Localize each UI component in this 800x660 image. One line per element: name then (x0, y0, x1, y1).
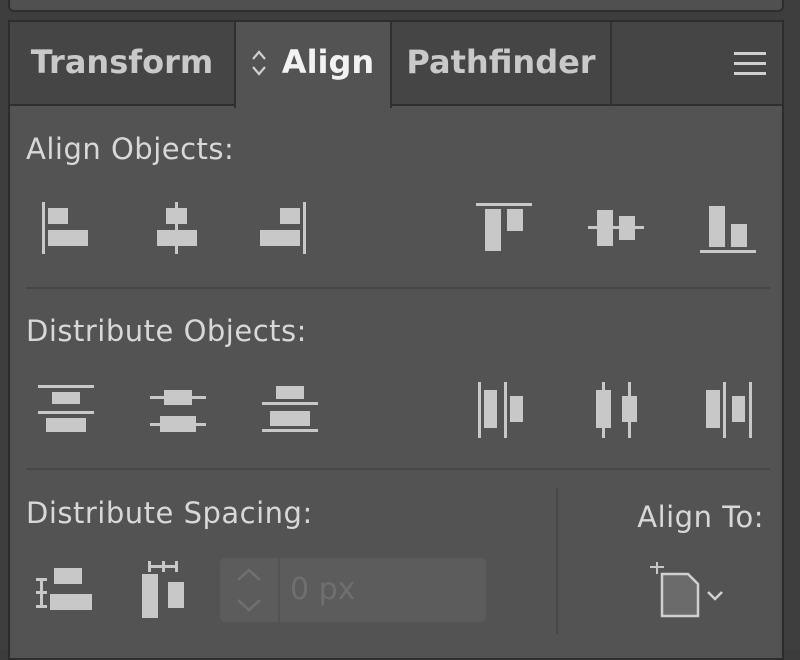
previous-panel-edge (8, 0, 784, 12)
align-to-artboard-icon[interactable] (648, 562, 732, 622)
section-divider (26, 287, 770, 289)
tab-transform[interactable]: Transform (10, 22, 236, 106)
tab-label: Align (281, 43, 375, 81)
distribute-horizontal-center-icon[interactable] (584, 378, 648, 442)
distribute-vertical-center-icon[interactable] (146, 378, 210, 442)
distribute-bottom-icon[interactable] (258, 378, 322, 442)
tab-pathfinder[interactable]: Pathfinder (392, 22, 612, 106)
distribute-left-icon[interactable] (472, 378, 536, 442)
panel-menu-icon[interactable] (734, 52, 766, 76)
stepper-arrows-icon[interactable] (220, 558, 278, 622)
align-top-icon[interactable] (472, 196, 536, 260)
spacing-value: 0 px (290, 572, 356, 607)
tab-align[interactable]: Align (234, 22, 392, 108)
align-to-label: Align To: (637, 500, 764, 534)
collapse-arrows-icon[interactable] (250, 48, 268, 78)
panel-tab-bar: Transform Align Pathfinder (10, 22, 782, 108)
align-panel: Transform Align Pathfinder Align Objects… (8, 20, 784, 660)
window-frame: Transform Align Pathfinder Align Objects… (0, 0, 800, 660)
distribute-objects-label: Distribute Objects: (26, 314, 307, 348)
align-horizontal-center-icon[interactable] (144, 196, 208, 260)
vertical-divider (556, 488, 558, 634)
distribute-vertical-spacing-icon[interactable] (34, 560, 98, 624)
distribute-top-icon[interactable] (34, 378, 98, 442)
align-left-icon[interactable] (34, 196, 98, 260)
distribute-horizontal-spacing-icon[interactable] (134, 560, 198, 624)
tab-label: Pathfinder (406, 43, 596, 81)
tab-label: Transform (30, 43, 214, 81)
align-right-icon[interactable] (248, 196, 312, 260)
section-divider (26, 468, 770, 470)
spacing-stepper[interactable] (220, 558, 280, 622)
align-bottom-icon[interactable] (696, 196, 760, 260)
spacing-input[interactable]: 0 px (220, 558, 486, 622)
distribute-spacing-label: Distribute Spacing: (26, 496, 313, 530)
distribute-right-icon[interactable] (696, 378, 760, 442)
align-vertical-center-icon[interactable] (584, 196, 648, 260)
align-objects-label: Align Objects: (26, 132, 235, 166)
